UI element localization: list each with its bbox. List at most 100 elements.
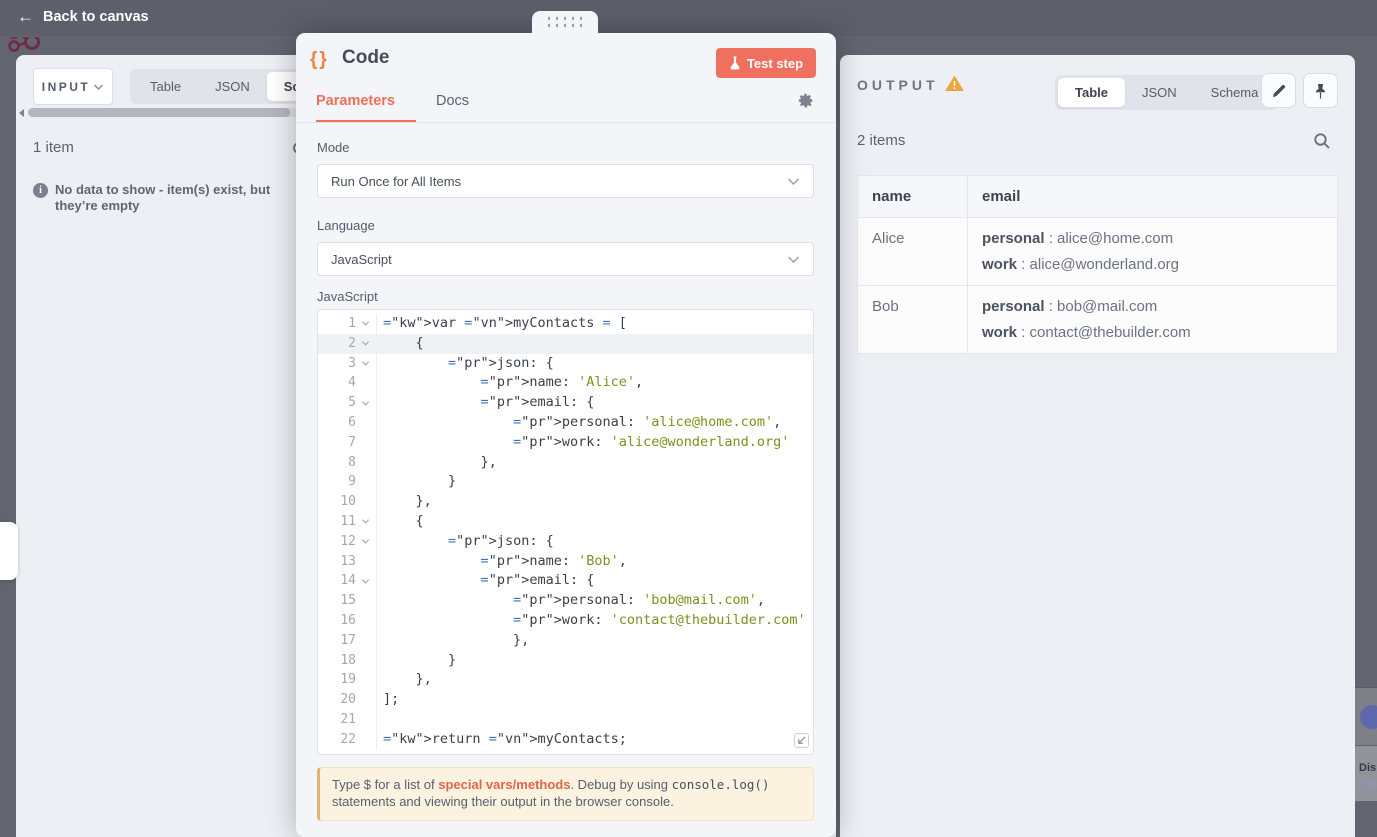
special-vars-link[interactable]: special vars/methods <box>438 777 570 792</box>
input-horizontal-scrollbar[interactable] <box>18 107 306 118</box>
line-number: 9 <box>348 474 356 490</box>
fold-chevron-icon[interactable] <box>356 571 375 591</box>
code-text: { <box>383 334 424 351</box>
cell-email: personal : alice@home.com work : alice@wo… <box>967 217 1338 286</box>
code-line-17[interactable]: 17 }, <box>318 630 813 651</box>
code-line-19[interactable]: 19 }, <box>318 670 813 691</box>
cell-email: personal : bob@mail.com work : contact@th… <box>967 285 1338 354</box>
table-row[interactable]: Alice personal : alice@home.com work : ali… <box>857 217 1338 286</box>
code-line-16[interactable]: 16 ="pr">work: 'contact@thebuilder.com' <box>318 610 813 631</box>
code-line-4[interactable]: 4 ="pr">name: 'Alice', <box>318 373 813 394</box>
fold-chevron-icon[interactable] <box>356 314 375 334</box>
tab-json[interactable]: JSON <box>198 72 267 101</box>
code-line-15[interactable]: 15 ="pr">personal: 'bob@mail.com', <box>318 591 813 611</box>
gutter: 2 <box>318 333 377 354</box>
tab-docs[interactable]: Docs <box>436 93 469 109</box>
output-items-count: 2 items <box>857 132 906 149</box>
fold-chevron-icon[interactable] <box>356 393 375 413</box>
line-number: 16 <box>340 612 356 628</box>
code-line-3[interactable]: 3 ="pr">json: { <box>318 353 813 374</box>
line-number: 21 <box>340 711 356 727</box>
code-text: }, <box>383 493 432 510</box>
code-text: }, <box>383 671 432 688</box>
edit-output-button[interactable] <box>1261 73 1296 108</box>
fold-chevron-icon[interactable] <box>356 334 375 354</box>
code-line-14[interactable]: 14 ="pr">email: { <box>318 571 813 592</box>
code-line-1[interactable]: 1 ="kw">var ="vn">myContacts = [ <box>318 314 813 334</box>
fold-chevron-icon[interactable] <box>356 532 375 552</box>
line-number: 20 <box>340 692 356 708</box>
tab-table[interactable]: Table <box>133 72 198 101</box>
code-line-21[interactable]: 21 <box>318 709 813 730</box>
code-line-6[interactable]: 6 ="pr">personal: 'alice@home.com', <box>318 412 813 433</box>
canvas-peek-card: Dis dLega <box>1355 687 1377 801</box>
cell-name: Alice <box>857 217 968 286</box>
modal-drag-handle[interactable] <box>532 11 598 33</box>
code-text: }, <box>383 453 497 470</box>
gutter: 9 <box>318 472 377 493</box>
code-line-12[interactable]: 12 ="pr">json: { <box>318 531 813 552</box>
gutter: 6 <box>318 412 377 433</box>
back-to-canvas-button[interactable]: ← Back to canvas <box>17 8 149 25</box>
output-search-icon[interactable] <box>1313 132 1331 150</box>
peek-subtitle: dLega <box>1356 778 1377 788</box>
gutter: 5 <box>318 393 377 413</box>
tab-json[interactable]: JSON <box>1125 78 1194 107</box>
column-header-name: name <box>857 175 968 218</box>
code-line-2[interactable]: 2 { <box>318 333 813 354</box>
code-line-9[interactable]: 9 } <box>318 472 813 493</box>
editor-resize-grip[interactable] <box>794 733 809 748</box>
output-title: OUTPUT <box>857 77 939 93</box>
code-text: { <box>383 512 424 529</box>
tab-table[interactable]: Table <box>1058 78 1125 107</box>
line-number: 14 <box>340 573 356 589</box>
line-number: 19 <box>340 672 356 688</box>
language-label: Language <box>317 218 375 233</box>
line-number: 6 <box>348 414 356 430</box>
gutter: 12 <box>318 531 377 552</box>
pencil-icon <box>1272 84 1285 97</box>
code-line-10[interactable]: 10 }, <box>318 492 813 512</box>
line-number: 13 <box>340 553 356 569</box>
gutter: 1 <box>318 314 377 334</box>
code-line-8[interactable]: 8 }, <box>318 452 813 473</box>
gear-icon[interactable] <box>797 92 814 109</box>
language-select[interactable]: JavaScript <box>317 242 814 276</box>
code-line-22[interactable]: 22 ="kw">return ="vn">myContacts; <box>318 729 813 750</box>
scrollbar-thumb[interactable] <box>28 108 290 117</box>
code-text: ="kw">var ="vn">myContacts = [ <box>383 315 627 331</box>
output-panel: OUTPUT Table JSON Schema 2 items name email… <box>840 55 1355 837</box>
code-line-20[interactable]: 20]; <box>318 690 813 710</box>
fold-chevron-icon[interactable] <box>356 512 375 532</box>
code-line-7[interactable]: 7 ="pr">work: 'alice@wonderland.org' <box>318 432 813 453</box>
line-number: 22 <box>340 731 356 747</box>
input-source-select[interactable]: INPUT <box>33 68 113 105</box>
line-number: 12 <box>340 533 356 549</box>
code-line-13[interactable]: 13 ="pr">name: 'Bob', <box>318 551 813 572</box>
code-editor[interactable]: 1 ="kw">var ="vn">myContacts = [ 2 {3 ="pr… <box>317 309 814 755</box>
warning-icon <box>945 76 964 91</box>
mode-select[interactable]: Run Once for All Items <box>317 164 814 198</box>
code-text: ="pr">json: { <box>448 532 554 549</box>
code-line-11[interactable]: 11 { <box>318 511 813 532</box>
scroll-left-arrow-icon[interactable] <box>19 109 24 117</box>
table-row[interactable]: Bob personal : bob@mail.com work : contact… <box>857 285 1338 354</box>
code-line-18[interactable]: 18 } <box>318 650 813 671</box>
gutter: 19 <box>318 670 377 691</box>
chevron-down-icon <box>94 83 104 90</box>
top-bar: ← Back to canvas <box>0 0 1377 37</box>
panel-collapse-handle[interactable] <box>0 522 18 580</box>
code-node-icon: {} <box>310 49 329 70</box>
code-text: ="pr">json: { <box>448 354 554 371</box>
code-line-5[interactable]: 5 ="pr">email: { <box>318 393 813 413</box>
cell-name: Bob <box>857 285 968 354</box>
pin-data-button[interactable] <box>1303 73 1338 108</box>
test-step-button[interactable]: Test step <box>716 48 816 78</box>
tab-parameters[interactable]: Parameters <box>316 93 395 109</box>
fold-chevron-icon[interactable] <box>356 354 375 374</box>
